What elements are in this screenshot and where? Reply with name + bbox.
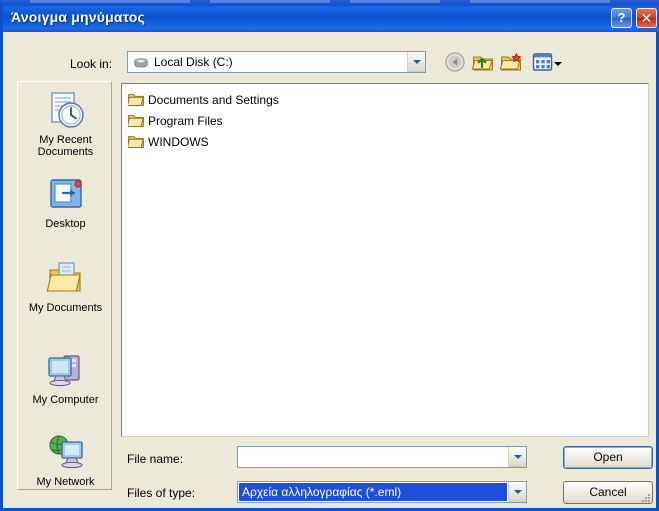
new-folder-icon <box>499 52 522 71</box>
sidebar-item-label: My Recent Documents <box>37 134 94 158</box>
views-icon <box>532 53 553 71</box>
my-network-icon <box>48 435 83 469</box>
folder-up-icon <box>471 56 493 71</box>
sidebar-item-label: My Network <box>36 476 95 488</box>
places-bar: My Recent Documents Desktop My Documents <box>17 81 112 490</box>
list-item-label: Documents and Settings <box>148 93 279 107</box>
look-in-label: Look in: <box>70 57 113 71</box>
folder-icon <box>128 115 144 127</box>
title-bar[interactable]: Άνοιγμα μηνύματος ? ✕ <box>3 5 659 32</box>
help-icon[interactable]: ? <box>611 8 632 28</box>
my-computer-icon <box>47 355 80 387</box>
sidebar-item-label: My Computer <box>32 394 99 406</box>
recent-documents-icon <box>50 92 84 128</box>
sidebar-item-label: My Documents <box>28 302 103 314</box>
views-button[interactable] <box>531 50 563 74</box>
list-item[interactable]: Program Files <box>128 112 223 130</box>
close-icon[interactable]: ✕ <box>636 8 657 28</box>
list-item[interactable]: Documents and Settings <box>128 91 279 109</box>
desktop-icon <box>49 179 82 208</box>
hard-drive-icon <box>134 58 148 68</box>
look-in-combobox[interactable]: Local Disk (C:) <box>127 51 426 73</box>
list-item[interactable]: WINDOWS <box>128 133 209 151</box>
sidebar-item-my-documents[interactable]: My Documents <box>18 258 111 314</box>
file-list[interactable]: Documents and Settings Program Files WIN… <box>121 83 649 437</box>
list-item-label: WINDOWS <box>148 135 209 149</box>
my-documents-icon <box>46 262 81 292</box>
list-item-label: Program Files <box>148 114 223 128</box>
files-of-type-combobox[interactable]: Αρχεία αλληλογραφίας (*.eml) <box>237 481 527 503</box>
back-button[interactable] <box>443 50 467 74</box>
back-icon <box>445 52 465 72</box>
file-name-label: File name: <box>127 452 184 466</box>
sidebar-item-my-recent-documents[interactable]: My Recent Documents <box>18 90 111 158</box>
look-in-value: Local Disk (C:) <box>154 55 233 69</box>
file-name-dropdown-arrow-icon[interactable] <box>508 447 526 467</box>
files-of-type-dropdown-arrow-icon[interactable] <box>508 482 526 502</box>
sidebar-item-label: Desktop <box>45 218 86 230</box>
resize-grip[interactable] <box>640 492 652 504</box>
open-button[interactable]: Open <box>563 446 653 469</box>
create-new-folder-button[interactable] <box>499 50 523 74</box>
up-one-level-button[interactable] <box>471 50 495 74</box>
folder-icon <box>128 136 144 148</box>
folder-icon <box>128 94 144 106</box>
look-in-dropdown-arrow-icon[interactable] <box>407 52 425 72</box>
sidebar-item-my-network[interactable]: My Network <box>18 432 111 488</box>
file-name-input[interactable] <box>237 446 527 468</box>
files-of-type-value: Αρχεία αλληλογραφίας (*.eml) <box>239 483 507 501</box>
views-dropdown-arrow-icon[interactable] <box>554 62 562 66</box>
open-message-dialog: Άνοιγμα μηνύματος ? ✕ Look in: Local Dis… <box>0 5 659 511</box>
window-title: Άνοιγμα μηνύματος <box>11 9 145 25</box>
files-of-type-label: Files of type: <box>127 486 196 500</box>
sidebar-item-desktop[interactable]: Desktop <box>18 174 111 230</box>
sidebar-item-my-computer[interactable]: My Computer <box>18 350 111 406</box>
